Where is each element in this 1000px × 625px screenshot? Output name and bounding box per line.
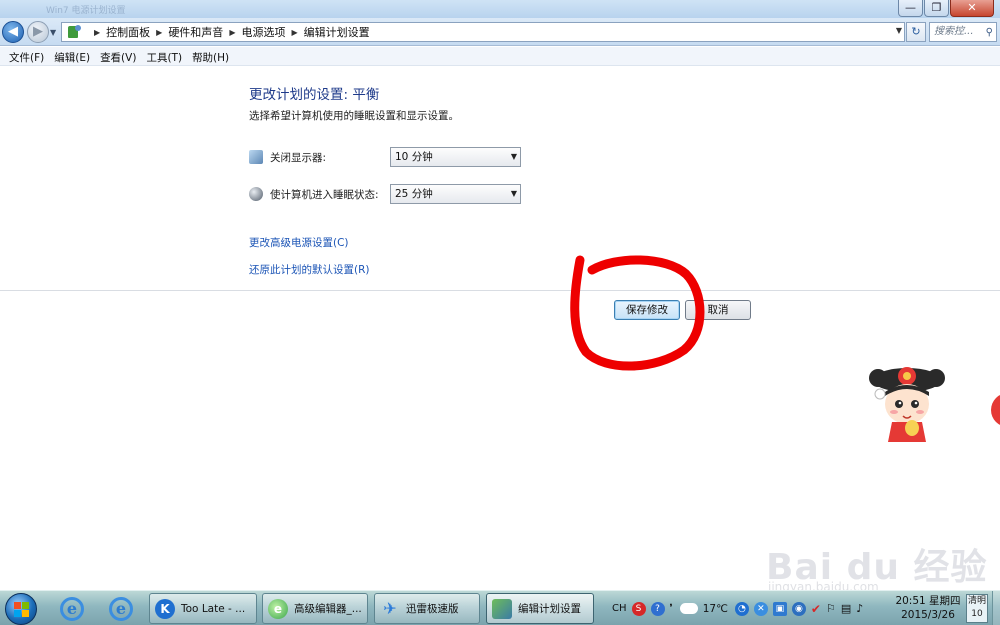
language-indicator[interactable]: CH [612, 603, 627, 614]
cloud-weather-icon[interactable] [679, 603, 698, 614]
moon-icon [249, 187, 263, 201]
chevron-down-icon: ▼ [510, 189, 517, 198]
chevron-right-icon[interactable]: ▶ [156, 28, 162, 37]
breadcrumb-power-options[interactable]: 电源选项 [241, 24, 285, 40]
temperature-label[interactable]: 17℃ [703, 603, 728, 615]
show-desktop-button[interactable] [992, 591, 1000, 625]
start-button[interactable] [5, 593, 37, 625]
input-mode-icon[interactable]: ❜ [670, 603, 673, 614]
xunlei-bird-icon: ✈ [383, 598, 397, 618]
display-off-label: 关闭显示器: [270, 151, 327, 164]
content-divider [0, 290, 1000, 291]
internet-explorer-icon: e [109, 597, 133, 621]
task-advanced-editor[interactable]: e 高级编辑器_... [262, 593, 368, 624]
forward-button[interactable]: ▶ [27, 21, 49, 43]
task-label: 高级编辑器_... [294, 603, 362, 615]
internet-explorer-icon: e [60, 597, 84, 621]
breadcrumb-edit-plan[interactable]: 编辑计划设置 [304, 24, 370, 40]
editor-icon: e [268, 598, 288, 619]
network-app-icon[interactable]: ◉ [791, 601, 806, 616]
action-center-icon[interactable]: ⚐ [826, 602, 836, 615]
recent-pages-dropdown[interactable]: ▼ [50, 28, 56, 37]
title-bar: Win7 电源计划设置 — ❐ ✕ [0, 0, 1000, 18]
sleep-select[interactable]: 25 分钟 ▼ [390, 184, 521, 204]
menu-edit[interactable]: 编辑(E) [49, 47, 95, 65]
solar-term-label: 清明 [967, 596, 986, 606]
menu-bar: 文件(F) 编辑(E) 查看(V) 工具(T) 帮助(H) [0, 47, 1000, 66]
flag-icon[interactable]: ✔ [811, 602, 821, 616]
app-tray-icon[interactable]: ◔ [734, 601, 749, 616]
maximize-button[interactable]: ❐ [924, 0, 949, 17]
task-label: 编辑计划设置 [518, 603, 581, 615]
system-tray: CH S ? ❜ 17℃ ◔ ✕ ▣ ◉ ✔ ⚐ ▤ ♪ [612, 593, 863, 624]
control-panel-icon [66, 25, 82, 39]
menu-file[interactable]: 文件(F) [4, 47, 49, 65]
chevron-right-icon[interactable]: ▶ [229, 28, 235, 37]
power-plan-icon [492, 598, 512, 619]
chevron-right-icon[interactable]: ▶ [291, 28, 297, 37]
navigation-bar: ◀ ▶ ▼ ▶ 控制面板 ▶ 硬件和声音 ▶ 电源选项 ▶ 编辑计划设置 ▼ ↻… [0, 18, 1000, 46]
advanced-power-settings-link[interactable]: 更改高级电源设置(C) [249, 235, 349, 250]
display-off-row: 关闭显示器: [249, 147, 326, 167]
page-title: 更改计划的设置: 平衡 [249, 87, 380, 103]
chevron-right-icon[interactable]: ▶ [94, 28, 100, 37]
mascot-sticker [869, 367, 945, 442]
security-tray-icon[interactable]: ✕ [753, 601, 768, 616]
floating-side-badge[interactable] [991, 393, 1000, 427]
menu-help[interactable]: 帮助(H) [187, 47, 234, 65]
kugou-music-icon: K [155, 598, 175, 619]
clock-date: 2015/3/26 [901, 609, 955, 621]
task-too-late[interactable]: K Too Late - ... [149, 593, 257, 624]
save-button[interactable]: 保存修改 [614, 300, 680, 320]
sleep-row: 使计算机进入睡眠状态: [249, 184, 379, 204]
display-off-value: 10 分钟 [395, 151, 433, 163]
minimize-button[interactable]: — [898, 0, 923, 17]
clock-time: 20:51 星期四 [895, 595, 961, 607]
calendar-widget[interactable]: 清明 10 [966, 594, 988, 623]
task-label: 迅雷极速版 [406, 603, 459, 615]
task-edit-plan[interactable]: 编辑计划设置 [486, 593, 594, 624]
shield-icon[interactable]: ▣ [772, 601, 787, 616]
pinned-ie-button[interactable]: e [53, 594, 91, 624]
window-controls: — ❐ ✕ [898, 0, 994, 17]
menu-view[interactable]: 查看(V) [95, 47, 141, 65]
menu-tools[interactable]: 工具(T) [141, 47, 187, 65]
back-button[interactable]: ◀ [2, 21, 24, 43]
address-dropdown-icon[interactable]: ▼ [896, 26, 902, 35]
taskbar: e e K Too Late - ... e 高级编辑器_... ✈ 迅雷极速版… [0, 590, 1000, 625]
pinned-ie-button-2[interactable]: e [102, 594, 140, 624]
search-input[interactable]: 搜索控... ⚲ [929, 22, 997, 42]
network-icon[interactable]: ▤ [841, 602, 851, 615]
sleep-value: 25 分钟 [395, 188, 433, 200]
chevron-down-icon: ▼ [510, 152, 517, 161]
help-icon[interactable]: ? [650, 601, 665, 616]
volume-icon[interactable]: ♪ [856, 602, 863, 615]
close-button[interactable]: ✕ [950, 0, 994, 17]
breadcrumb-hardware-sound[interactable]: 硬件和声音 [168, 24, 223, 40]
task-xunlei[interactable]: ✈ 迅雷极速版 [374, 593, 480, 624]
display-off-select[interactable]: 10 分钟 ▼ [390, 147, 521, 167]
search-placeholder: 搜索控... [934, 26, 974, 37]
restore-defaults-link[interactable]: 还原此计划的默认设置(R) [249, 262, 370, 277]
breadcrumb-control-panel[interactable]: 控制面板 [106, 24, 150, 40]
search-icon[interactable]: ⚲ [986, 24, 993, 42]
task-label: Too Late - ... [181, 602, 246, 615]
cancel-button[interactable]: 取消 [685, 300, 751, 320]
refresh-button[interactable]: ↻ [906, 22, 926, 42]
sleep-label: 使计算机进入睡眠状态: [270, 188, 379, 201]
monitor-icon [249, 150, 263, 164]
window-title: Win7 电源计划设置 [46, 6, 126, 16]
taskbar-clock[interactable]: 20:51 星期四 2015/3/26 [892, 594, 964, 622]
baidu-watermark: Bai du 经验 jingyan.baidu.com [766, 538, 996, 594]
sogou-input-icon[interactable]: S [631, 601, 646, 616]
calendar-day: 10 [971, 609, 983, 619]
page-description: 选择希望计算机使用的睡眠设置和显示设置。 [249, 110, 459, 122]
windows-logo-icon [14, 602, 29, 617]
address-bar[interactable]: ▶ 控制面板 ▶ 硬件和声音 ▶ 电源选项 ▶ 编辑计划设置 ▼ [61, 22, 905, 42]
